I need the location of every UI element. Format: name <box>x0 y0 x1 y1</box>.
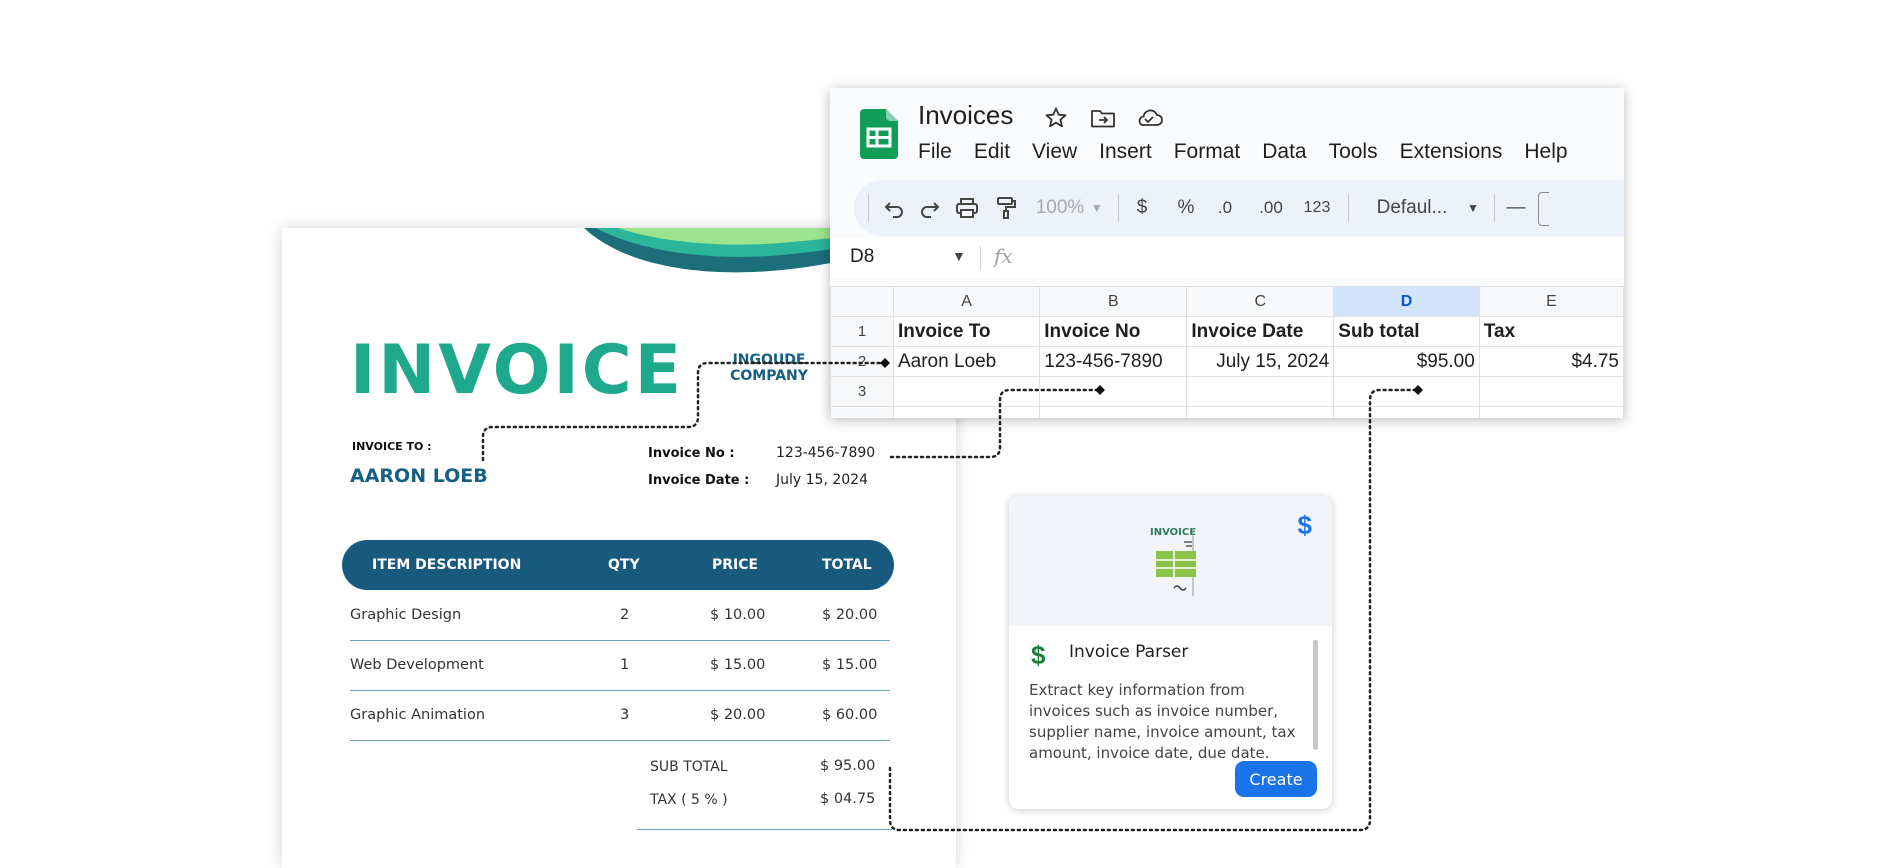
connector-lines <box>481 358 1423 832</box>
